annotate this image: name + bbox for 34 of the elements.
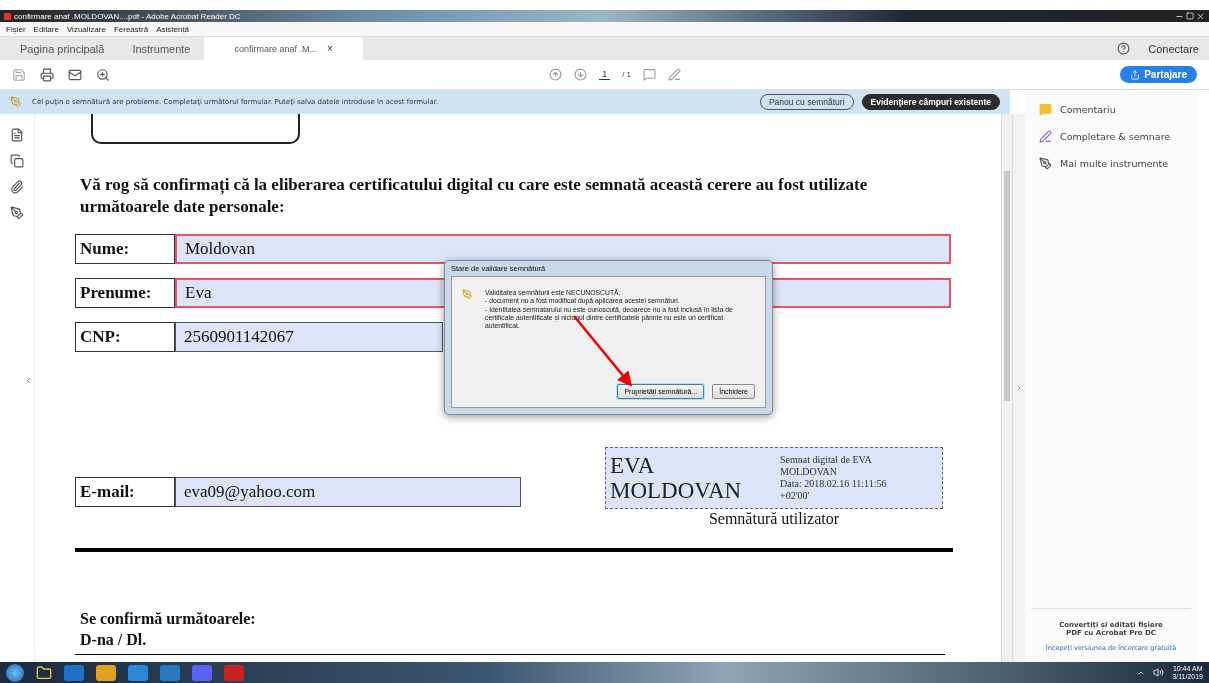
signature-details: Semnat digital de EVA MOLDOVAN Data: 2018.02.16 11:11:56 +02'00' bbox=[780, 454, 887, 502]
share-button[interactable]: Partajare bbox=[1120, 66, 1197, 83]
menu-item[interactable]: Vizualizare bbox=[66, 24, 106, 34]
notice-button[interactable]: Evidenţiere câmpuri existente bbox=[861, 94, 1000, 110]
heading-text: Vă rog să confirmați că la eliberarea certificatului digital cu care este semnată această cerere au fost utilizate următoarele date personale: bbox=[80, 174, 869, 218]
signer-name: EVA MOLDOVAN bbox=[610, 453, 743, 503]
menu-item[interactable]: Editare bbox=[33, 24, 59, 34]
menu-item[interactable]: Fișier bbox=[6, 24, 26, 34]
menu-item[interactable]: Asistență bbox=[156, 24, 190, 34]
field-label: Nume: bbox=[75, 234, 175, 264]
page-number-field[interactable]: 1 bbox=[599, 69, 611, 80]
tool-item[interactable]: Comentariu bbox=[1025, 96, 1197, 123]
field-label: E-mail: bbox=[75, 477, 175, 507]
tab-label: confirmare anaf .M... bbox=[234, 43, 317, 54]
form-field[interactable]: 2560901142067 bbox=[175, 322, 443, 352]
form-field[interactable]: Moldovan bbox=[175, 234, 951, 264]
menu-item[interactable]: Fereastră bbox=[113, 24, 149, 34]
tab-label: Instrumente bbox=[132, 42, 191, 55]
page-total: / 1 bbox=[622, 70, 632, 79]
form-field[interactable]: eva09@yahoo.com bbox=[175, 477, 521, 507]
tab[interactable]: Pagina principală bbox=[6, 37, 119, 60]
tab[interactable]: confirmare anaf .M... × bbox=[204, 37, 363, 60]
signature-field[interactable]: EVA MOLDOVAN Semnat digital de EVA MOLDOVAN Data: 2018.02.16 11:11:56 +02'00' bbox=[605, 447, 943, 509]
tool-item[interactable]: Mai multe instrumente bbox=[1025, 150, 1197, 177]
sign-in-link[interactable]: Conectare bbox=[1148, 42, 1199, 55]
field-label: CNP: bbox=[75, 322, 175, 352]
tab[interactable]: Instrumente bbox=[118, 37, 205, 60]
tab-close[interactable]: × bbox=[327, 43, 333, 54]
confirmation-text: Se confirmă următoarele: D-na / Dl. bbox=[80, 609, 257, 650]
field-label: Prenume: bbox=[75, 278, 175, 308]
tool-item[interactable]: Completare & semnare bbox=[1025, 123, 1197, 150]
window-title: confirmare anaf .MOLDOVAN....pdf - Adobe Acrobat Reader DC bbox=[14, 11, 241, 21]
tab-label: Pagina principală bbox=[20, 42, 105, 55]
signature-caption: Semnătură utilizator bbox=[708, 510, 840, 528]
